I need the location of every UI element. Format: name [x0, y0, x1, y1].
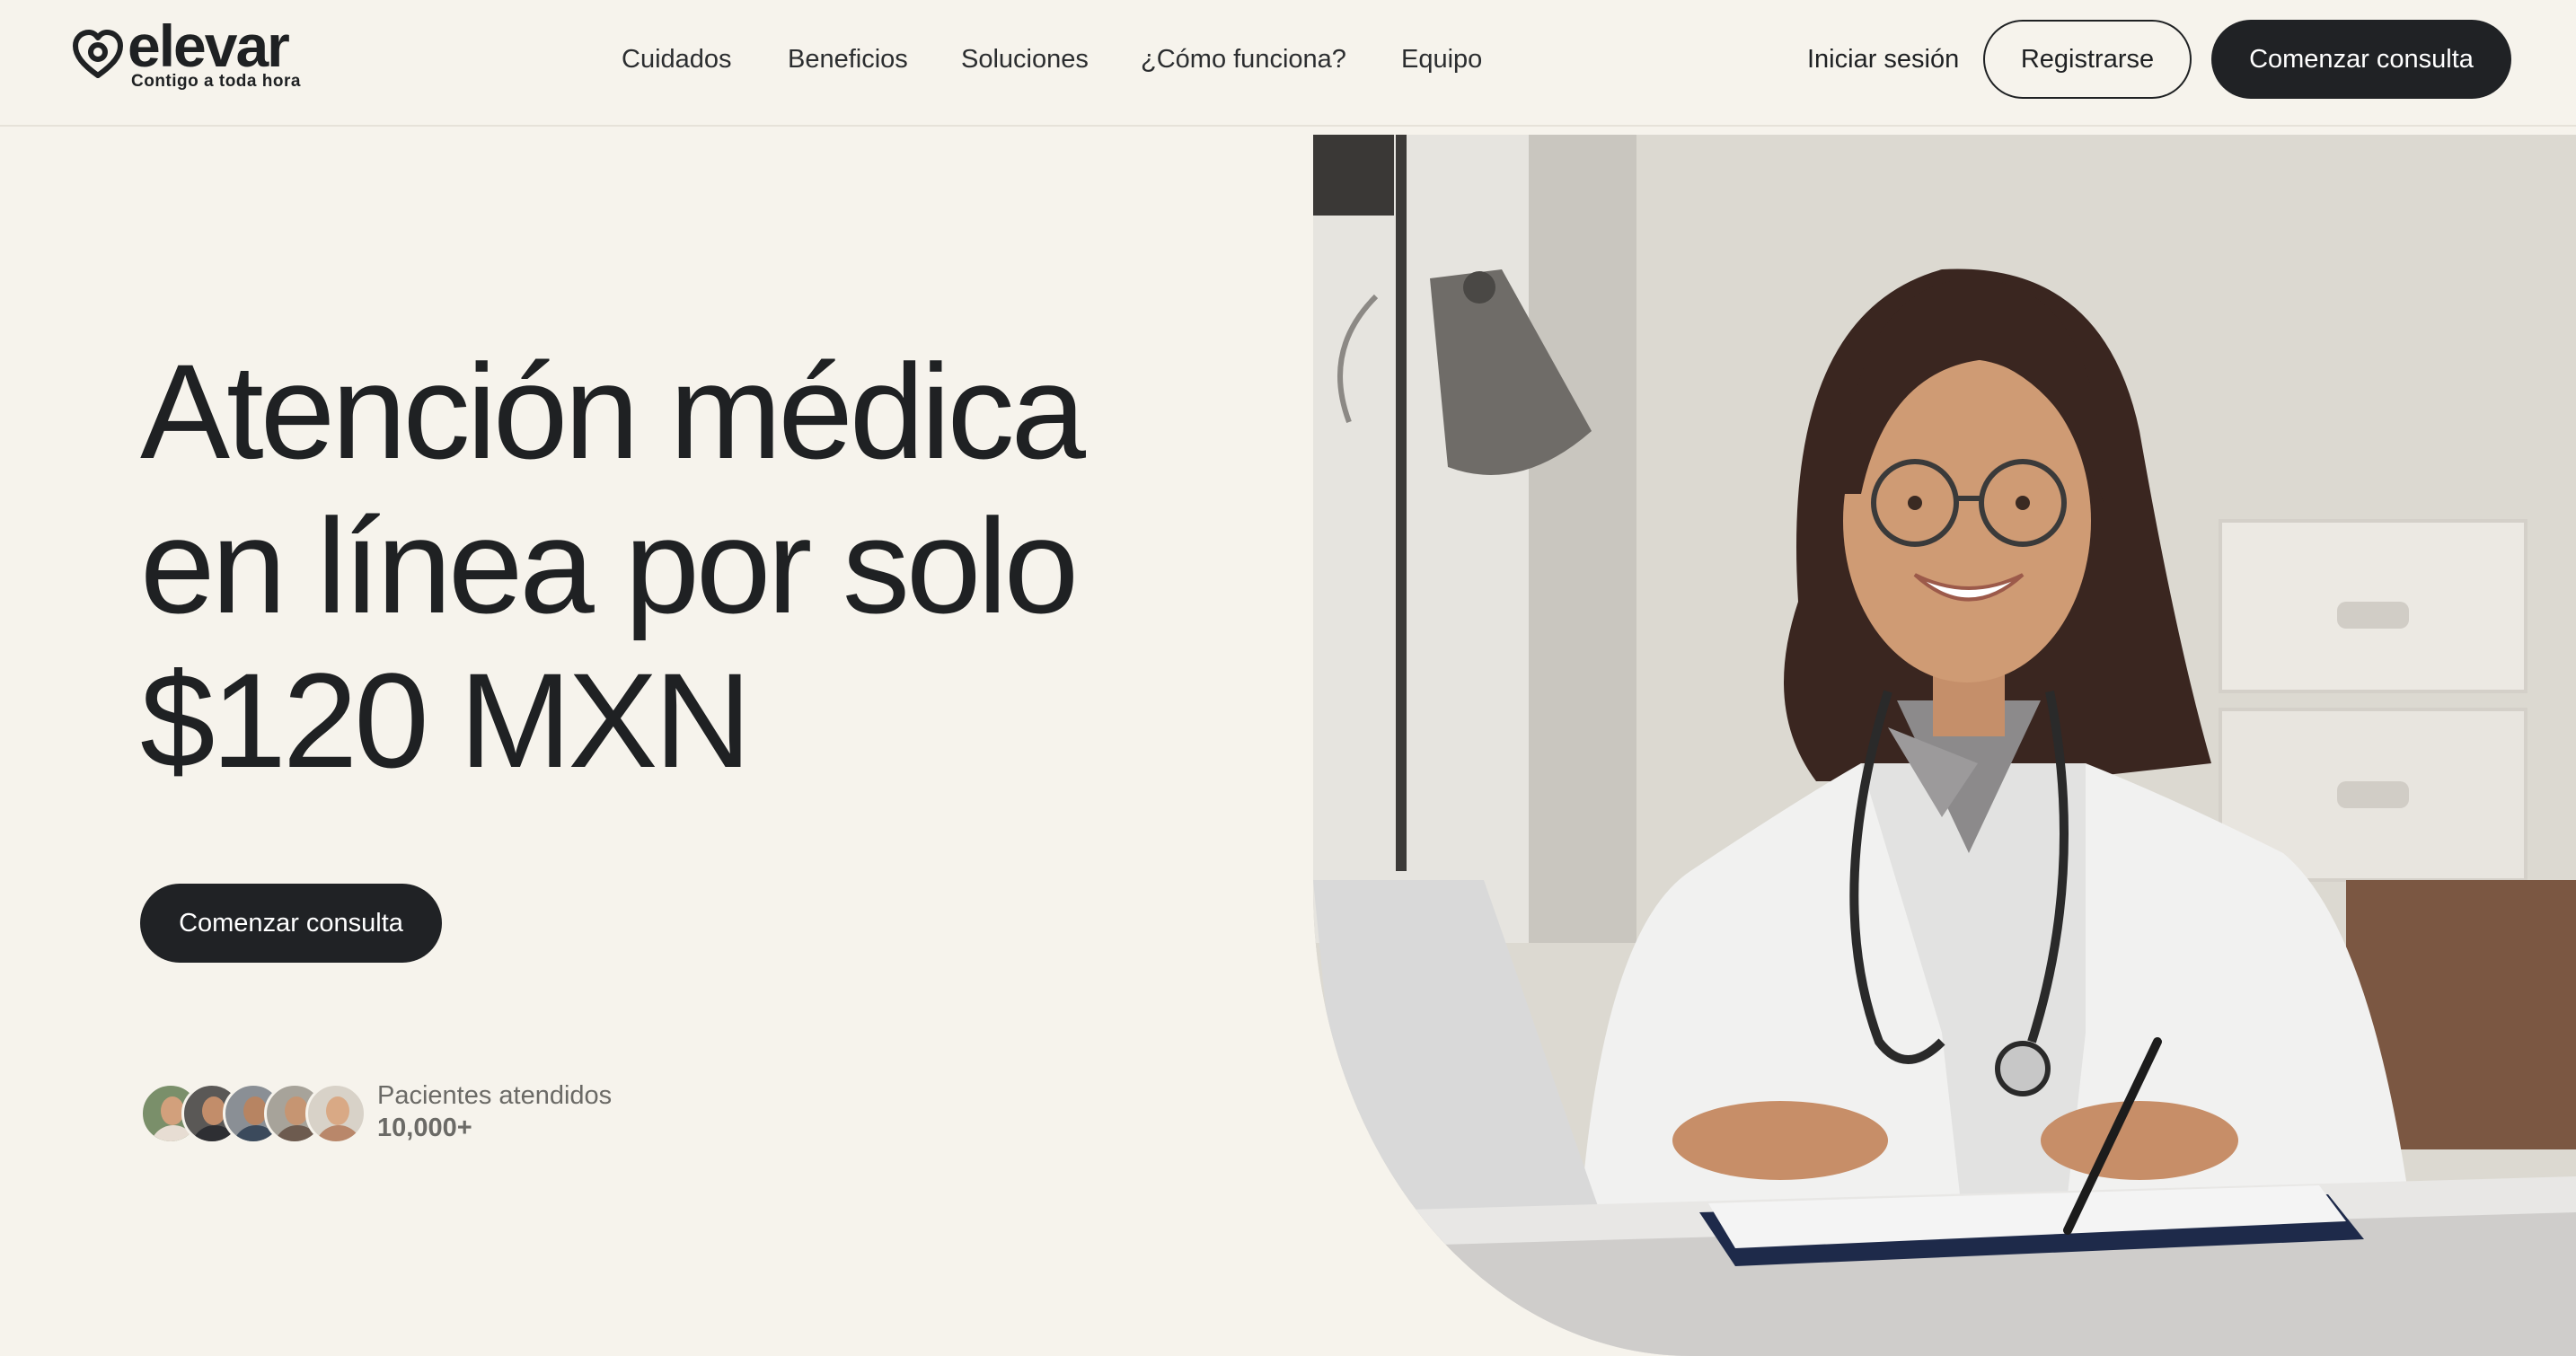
avatar	[305, 1083, 366, 1144]
nav-item-beneficios[interactable]: Beneficios	[788, 40, 908, 79]
brand-tagline: Contigo a toda hora	[131, 72, 301, 91]
patients-stat-label: Pacientes atendidos	[377, 1081, 613, 1110]
hero-title-line: Atención médica	[140, 336, 1086, 487]
hero-title-line: $120 MXN	[140, 645, 752, 796]
brand-name: elevar	[128, 13, 290, 79]
site-header: elevar Contigo a toda hora Cuidados Bene…	[0, 0, 2576, 127]
brand-logo[interactable]: elevar Contigo a toda hora	[72, 16, 332, 95]
login-link[interactable]: Iniciar sesión	[1807, 40, 1959, 79]
nav-item-cuidados[interactable]: Cuidados	[622, 40, 732, 79]
hero-title: Atención médica en línea por solo $120 M…	[140, 334, 1308, 797]
nav-item-soluciones[interactable]: Soluciones	[961, 40, 1089, 79]
nav-item-equipo[interactable]: Equipo	[1401, 40, 1482, 79]
doctor-illustration	[1313, 135, 2576, 1356]
patients-stat-value: 10,000+	[377, 1114, 472, 1142]
hero-doctor-photo	[1313, 135, 2576, 1356]
heart-logo-icon	[73, 30, 123, 78]
patient-avatars	[140, 1083, 366, 1144]
nav-item-como-funciona[interactable]: ¿Cómo funciona?	[1141, 40, 1346, 79]
register-button[interactable]: Registrarse	[1983, 20, 2192, 99]
header-start-consultation-button[interactable]: Comenzar consulta	[2211, 20, 2511, 99]
hero-title-line: en línea por solo	[140, 490, 1079, 641]
hero-start-consultation-button[interactable]: Comenzar consulta	[140, 884, 442, 963]
